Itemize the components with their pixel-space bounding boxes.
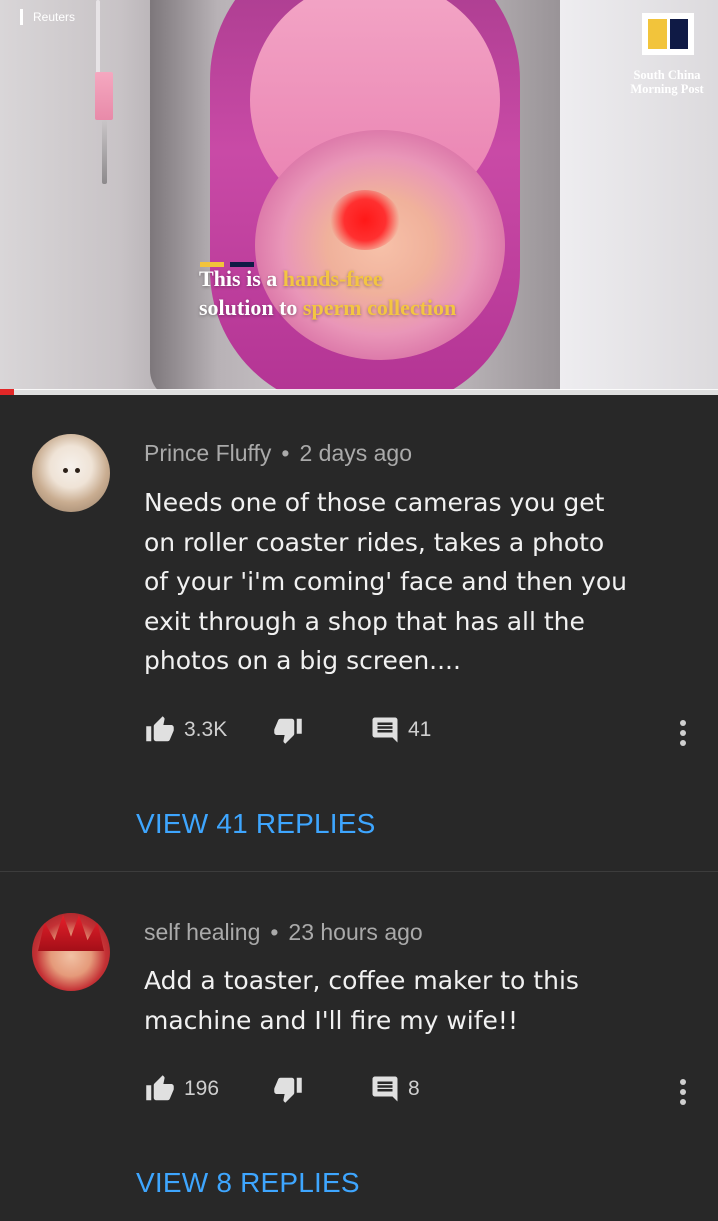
- view-replies-link[interactable]: VIEW 8 REPLIES: [136, 1167, 360, 1199]
- comment-meta: Prince Fluffy • 2 days ago: [144, 440, 412, 467]
- like-count: 3.3K: [184, 718, 228, 741]
- caption-text: This is a: [199, 266, 283, 291]
- meta-separator: •: [281, 440, 290, 466]
- author-avatar[interactable]: [32, 434, 110, 512]
- reply-count: 8: [408, 1077, 420, 1100]
- meta-separator: •: [270, 919, 279, 945]
- thumbs-up-icon: [146, 716, 174, 742]
- more-options-icon[interactable]: [671, 718, 695, 746]
- comment-actions: 3.3K 41: [144, 710, 704, 750]
- red-light: [330, 190, 400, 250]
- video-background-right: [560, 0, 718, 390]
- comment-actions: 196 8: [144, 1069, 704, 1109]
- avatar-hair: [38, 915, 104, 951]
- publisher-line-2: Morning Post: [630, 82, 704, 96]
- avatar-eye: [63, 468, 68, 473]
- caption-highlight: sperm collection: [302, 295, 457, 320]
- audio-jack: [95, 72, 113, 120]
- thumbs-up-icon: [146, 1075, 174, 1101]
- progress-bar-fill[interactable]: [0, 389, 15, 395]
- comment-text: Add a toaster, coffee maker to this mach…: [144, 961, 689, 1040]
- comment-author[interactable]: Prince Fluffy: [144, 440, 271, 466]
- comment-time: 23 hours ago: [288, 919, 423, 945]
- publisher-name: South China Morning Post: [612, 68, 718, 96]
- like-button[interactable]: 196: [144, 1069, 219, 1109]
- comment-line: Needs one of those cameras you get: [144, 488, 605, 517]
- caption-line-1: This is a hands-free: [199, 264, 456, 293]
- audio-jack-tip: [102, 120, 107, 184]
- thumbs-down-icon: [274, 718, 302, 744]
- comment-line: Add a toaster, coffee maker to this: [144, 966, 579, 995]
- dislike-button[interactable]: [272, 1069, 304, 1109]
- video-player[interactable]: Reuters South China Morning Post This is…: [0, 0, 718, 390]
- author-avatar[interactable]: [32, 913, 110, 991]
- more-options-icon[interactable]: [671, 1077, 695, 1105]
- comment-line: exit through a shop that has all the: [144, 606, 585, 636]
- dislike-button[interactable]: [272, 710, 304, 750]
- comment-line: photos on a big screen....: [144, 646, 461, 675]
- publisher-line-1: South China: [633, 68, 701, 82]
- comment-text: Needs one of those cameras you get on ro…: [144, 483, 689, 681]
- comment-author[interactable]: self healing: [144, 919, 260, 945]
- progress-bar-track[interactable]: [0, 389, 718, 395]
- comment-line: of your 'i'm coming' face and then you: [144, 567, 627, 596]
- comment-icon: [372, 1076, 398, 1102]
- like-button[interactable]: 3.3K: [144, 710, 227, 750]
- comment-divider: [0, 871, 718, 872]
- comment-meta: self healing • 23 hours ago: [144, 919, 423, 946]
- like-count: 196: [184, 1077, 220, 1100]
- comment-icon: [372, 717, 398, 743]
- logo-navy-block: [669, 19, 688, 49]
- caption-highlight: hands-free: [282, 266, 383, 291]
- comment-line: machine and I'll fire my wife!!: [144, 1005, 518, 1035]
- comment-line: on roller coaster rides, takes a photo: [144, 527, 605, 557]
- avatar-eye: [75, 468, 80, 473]
- thumbs-down-icon: [274, 1077, 302, 1103]
- cable: [96, 0, 100, 75]
- publisher-logo-icon: [642, 13, 694, 55]
- caption-line-2: solution to sperm collection: [199, 293, 456, 322]
- logo-yellow-block: [648, 19, 667, 49]
- video-caption: This is a hands-free solution to sperm c…: [199, 264, 456, 322]
- reply-count: 41: [408, 718, 432, 741]
- reply-button[interactable]: 8: [370, 1069, 420, 1109]
- comment-time: 2 days ago: [299, 440, 412, 466]
- caption-text: solution to: [199, 295, 303, 320]
- source-label: Reuters: [20, 9, 75, 25]
- view-replies-link[interactable]: VIEW 41 REPLIES: [136, 808, 376, 840]
- reply-button[interactable]: 41: [370, 710, 431, 750]
